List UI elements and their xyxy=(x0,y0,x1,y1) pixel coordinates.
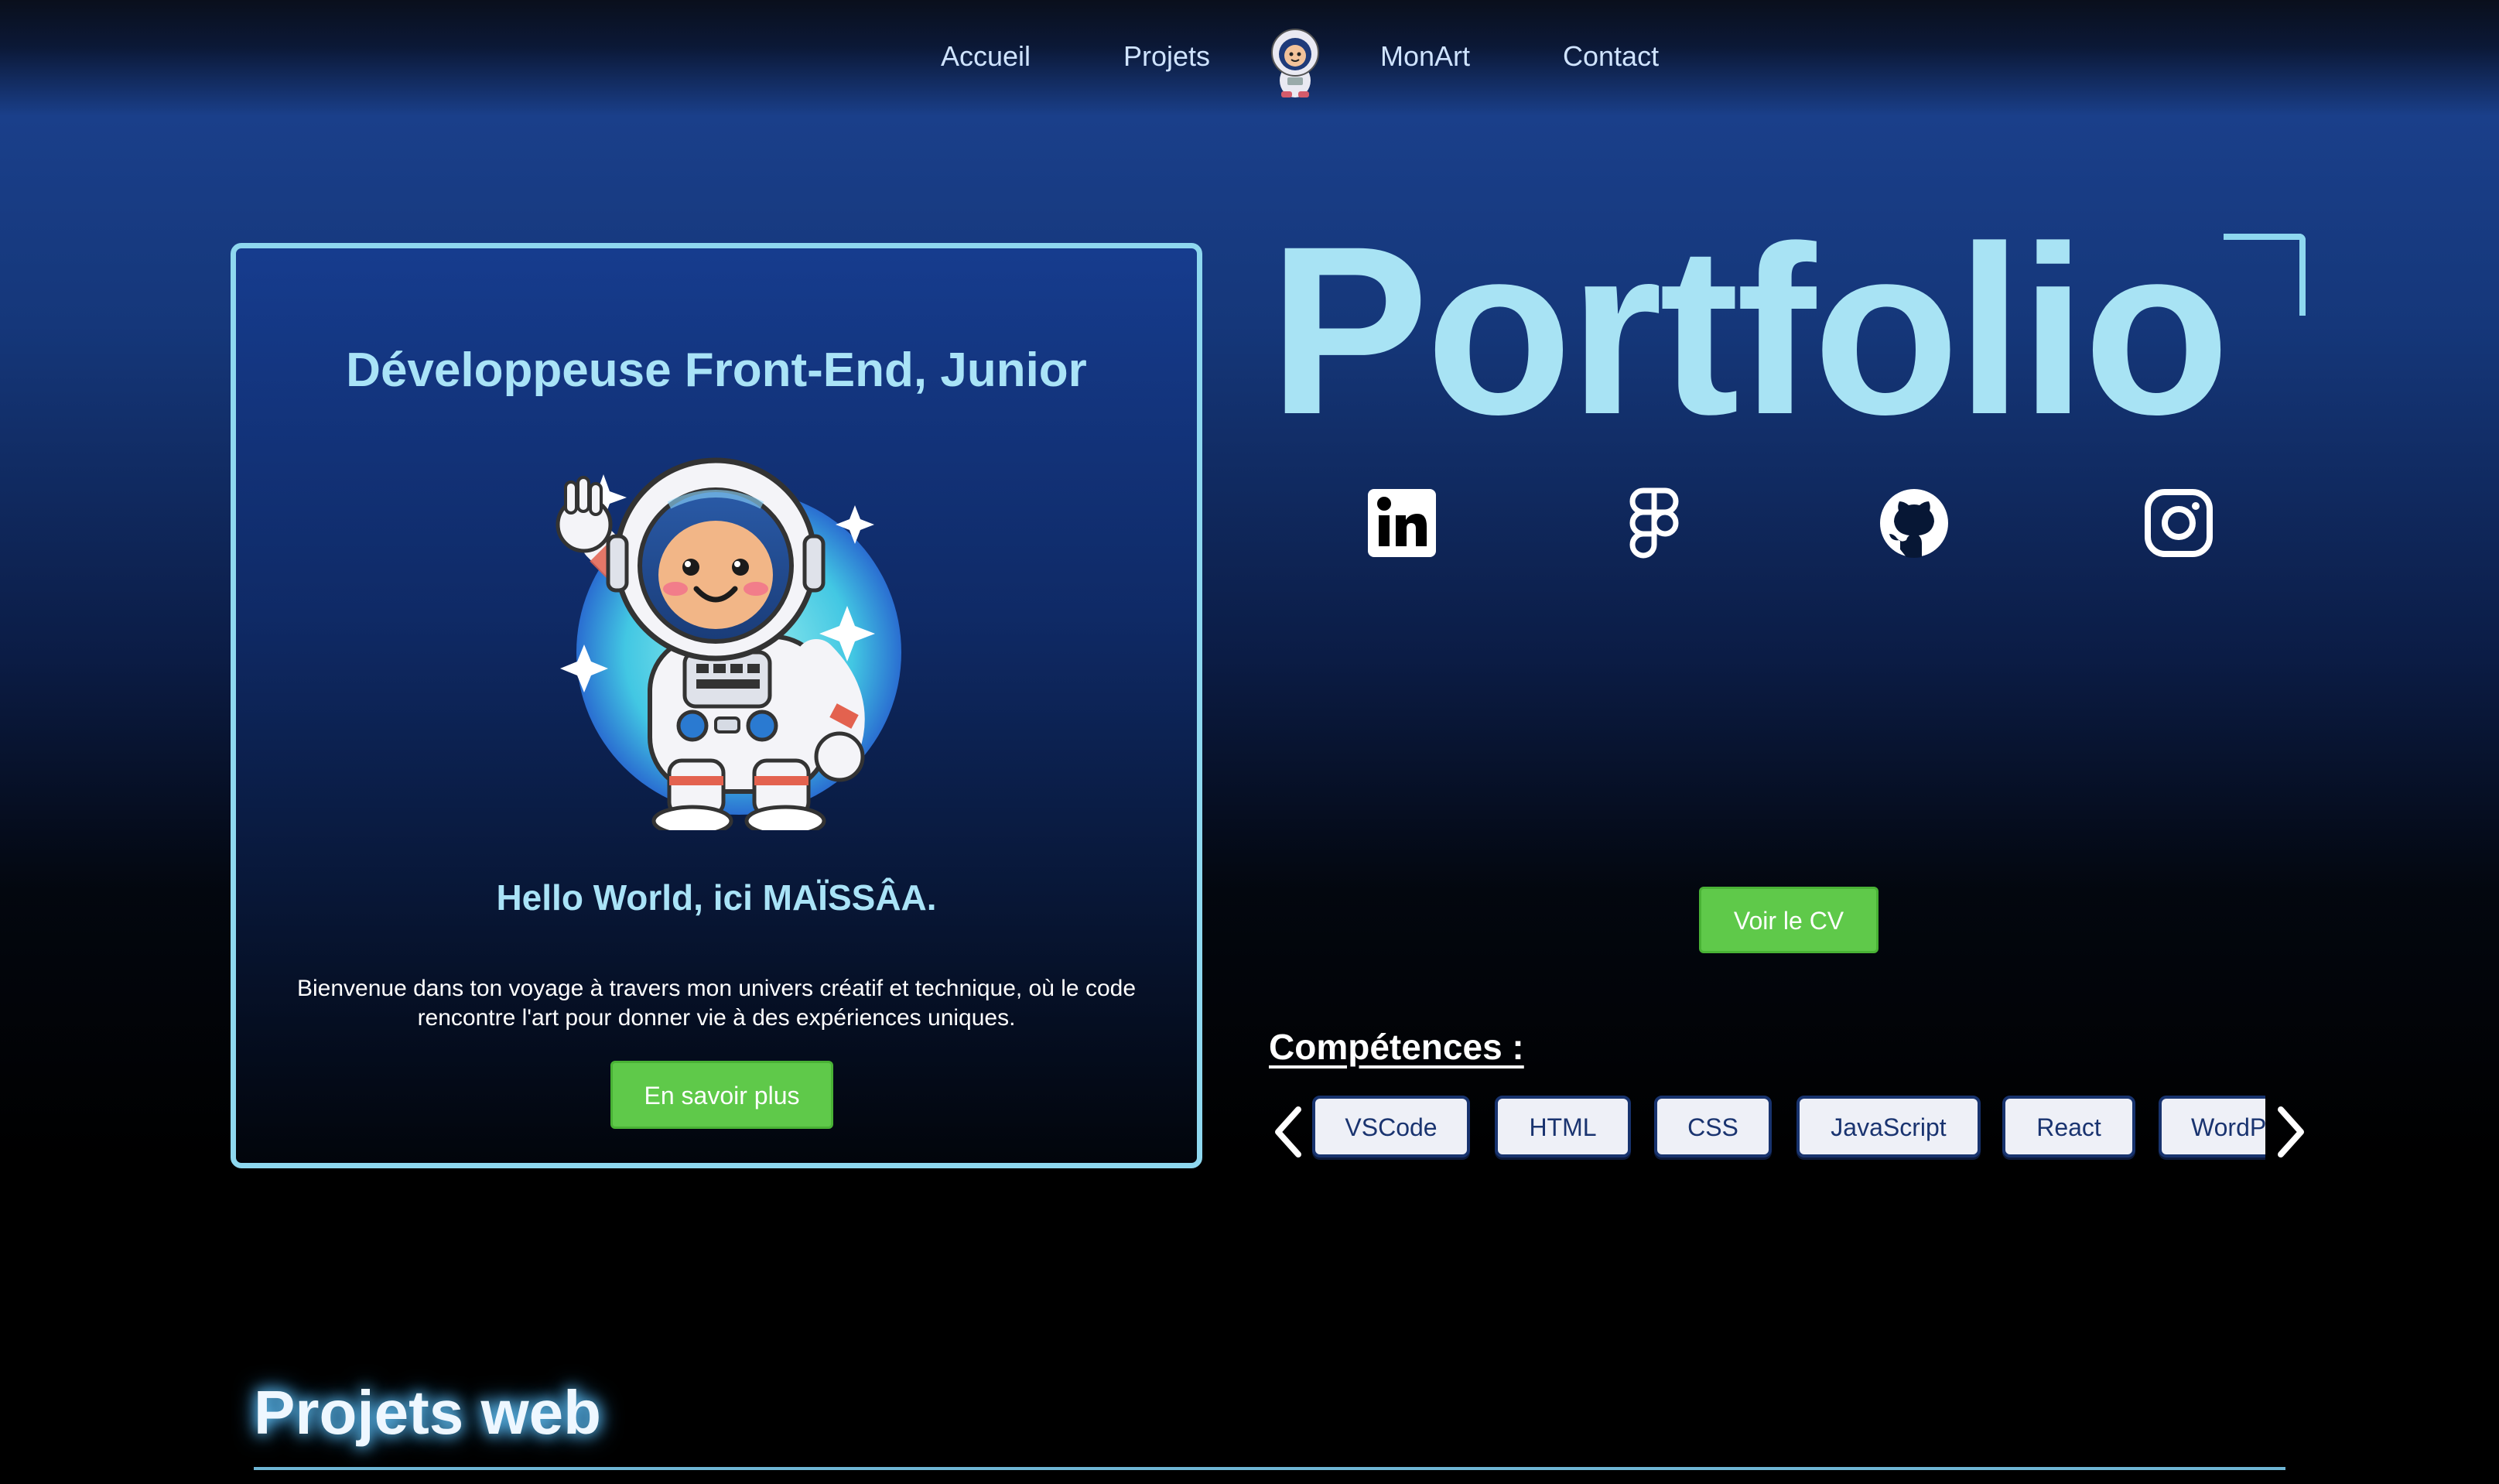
view-cv-button[interactable]: Voir le CV xyxy=(1699,887,1879,953)
skill-chip: WordP xyxy=(2159,1096,2265,1157)
nav-link-monart[interactable]: MonArt xyxy=(1380,40,1470,73)
skill-chip: HTML xyxy=(1495,1096,1631,1157)
astronaut-avatar-icon[interactable] xyxy=(1266,25,1325,99)
chevron-left-icon[interactable] xyxy=(1270,1105,1306,1159)
corner-bracket-decoration xyxy=(2224,234,2306,316)
nav-link-contact[interactable]: Contact xyxy=(1563,40,1659,73)
intro-description: Bienvenue dans ton voyage à travers mon … xyxy=(267,974,1166,1033)
figma-icon[interactable] xyxy=(1617,486,1691,560)
skill-chip: VSCode xyxy=(1312,1096,1470,1157)
top-navigation: Accueil Projets MonArt Contact xyxy=(0,0,2499,132)
skill-chip: JavaScript xyxy=(1796,1096,1981,1157)
portfolio-title: Portfolio xyxy=(1269,196,2230,464)
chevron-right-icon[interactable] xyxy=(2273,1105,2309,1159)
skill-chip: React xyxy=(2002,1096,2135,1157)
astronaut-waving-icon xyxy=(530,451,909,837)
linkedin-icon[interactable] xyxy=(1365,486,1439,560)
github-icon[interactable] xyxy=(1877,486,1951,560)
skill-chip: CSS xyxy=(1654,1096,1772,1157)
divider xyxy=(254,1467,2285,1470)
nav-link-projets[interactable]: Projets xyxy=(1123,40,1210,73)
intro-title: Développeuse Front-End, Junior xyxy=(346,344,1087,397)
skills-title: Compétences : xyxy=(1269,1027,1524,1067)
learn-more-button[interactable]: En savoir plus xyxy=(610,1061,833,1129)
intro-description-line2: rencontre l'art pour donner vie à des ex… xyxy=(417,1005,1016,1031)
intro-description-line1: Bienvenue dans ton voyage à travers mon … xyxy=(297,976,1136,1001)
intro-greeting: Hello World, ici MAÏSSÂA. xyxy=(496,877,937,918)
nav-link-accueil[interactable]: Accueil xyxy=(941,40,1031,73)
projects-section-title: Projets web xyxy=(254,1378,602,1447)
skills-carousel: VSCode HTML CSS JavaScript React WordP xyxy=(1309,1091,2265,1170)
instagram-icon[interactable] xyxy=(2142,486,2216,560)
intro-card: Développeuse Front-End, Junior Hello Wor… xyxy=(231,243,1202,1168)
